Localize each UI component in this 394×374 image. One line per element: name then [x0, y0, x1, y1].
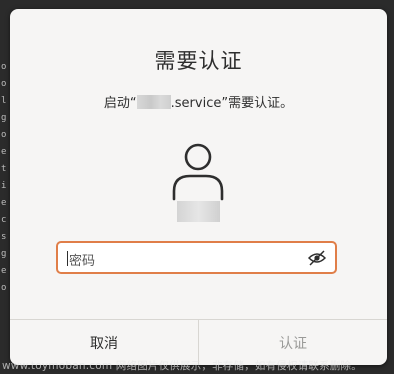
- terminal-glyph: e: [1, 266, 7, 276]
- terminal-glyph: s: [1, 232, 7, 242]
- terminal-glyph: g: [1, 113, 7, 123]
- terminal-glyph: i: [1, 181, 7, 191]
- message-prefix: 启动“: [103, 96, 137, 111]
- terminal-glyph: e: [1, 147, 7, 157]
- text-cursor: [67, 251, 68, 266]
- eye-slash-icon[interactable]: [308, 250, 326, 266]
- terminal-glyph: o: [1, 79, 7, 89]
- dialog-message: 启动“ .service”需要认证。: [10, 92, 387, 111]
- terminal-glyph: o: [1, 283, 7, 293]
- redacted-username: [177, 201, 220, 222]
- terminal-glyph: l: [1, 96, 7, 106]
- message-suffix: .service”需要认证。: [170, 96, 294, 111]
- user-avatar-icon: [172, 143, 224, 201]
- authentication-dialog: 需要认证 启动“ .service”需要认证。 密码 取消 认证: [10, 9, 387, 365]
- password-input[interactable]: 密码: [56, 241, 337, 274]
- watermark-text: www.toymoban.com 网络图片仅供展示，非存储，如有侵权请联系删除。: [2, 360, 362, 372]
- dialog-title: 需要认证: [154, 49, 243, 73]
- terminal-glyph: t: [1, 164, 7, 174]
- terminal-glyph: e: [1, 198, 7, 208]
- terminal-glyph: g: [1, 249, 7, 259]
- terminal-glyph: c: [1, 215, 7, 225]
- terminal-glyph: o: [1, 62, 7, 72]
- redacted-service-name: [136, 95, 171, 109]
- terminal-glyph: o: [1, 130, 7, 140]
- password-placeholder: 密码: [69, 254, 96, 269]
